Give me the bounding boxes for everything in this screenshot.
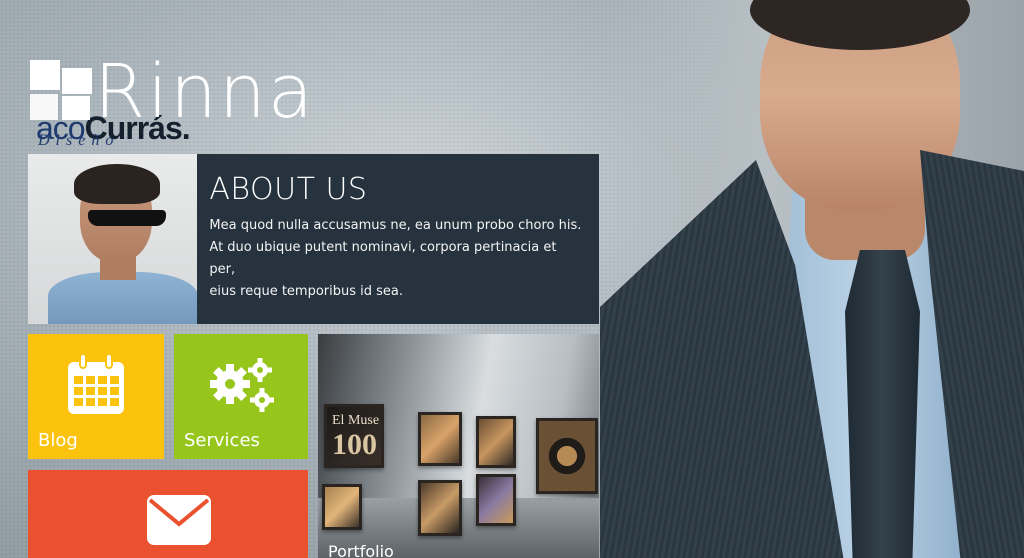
logo-square-icon (30, 94, 58, 120)
blog-tile[interactable]: Blog (28, 334, 164, 459)
gallery-frame (322, 484, 362, 530)
logo-square-icon (62, 68, 92, 94)
logo-square-icon (62, 96, 90, 120)
services-label: Services (184, 430, 260, 451)
blog-label: Blog (38, 430, 78, 451)
gallery-frame (418, 480, 462, 536)
site-logo[interactable]: Rinna (28, 52, 313, 132)
gears-icon (210, 358, 274, 412)
about-text-line: eius reque temporibus id sea. (209, 284, 404, 299)
gallery-frame (476, 474, 516, 526)
hero-image (600, 0, 1024, 558)
contact-tile[interactable] (28, 470, 308, 558)
envelope-icon (147, 495, 211, 545)
svg-text:100: 100 (332, 428, 377, 461)
gallery-frame (536, 418, 598, 494)
about-text-line: Mea quod nulla accusamus ne, ea unum pro… (209, 218, 582, 233)
logo-square-icon (30, 60, 60, 90)
exhibit-title: El Muse (332, 413, 379, 428)
services-tile[interactable]: Services (174, 334, 308, 459)
gallery-frame (418, 412, 462, 466)
about-title: ABOUT US (209, 172, 368, 207)
calendar-icon (68, 353, 124, 414)
about-photo (28, 154, 198, 324)
about-us-panel[interactable]: ABOUT US Mea quod nulla accusamus ne, ea… (28, 154, 599, 324)
about-text-line: At duo ubique putent nominavi, corpora p… (209, 240, 557, 277)
brand-name: Rinna (94, 49, 316, 135)
portfolio-tile[interactable]: El Muse 100 Portfolio (318, 334, 599, 558)
portfolio-label: Portfolio (328, 542, 394, 558)
gallery-frame (476, 416, 516, 468)
gallery-frame: El Muse 100 (324, 404, 384, 468)
